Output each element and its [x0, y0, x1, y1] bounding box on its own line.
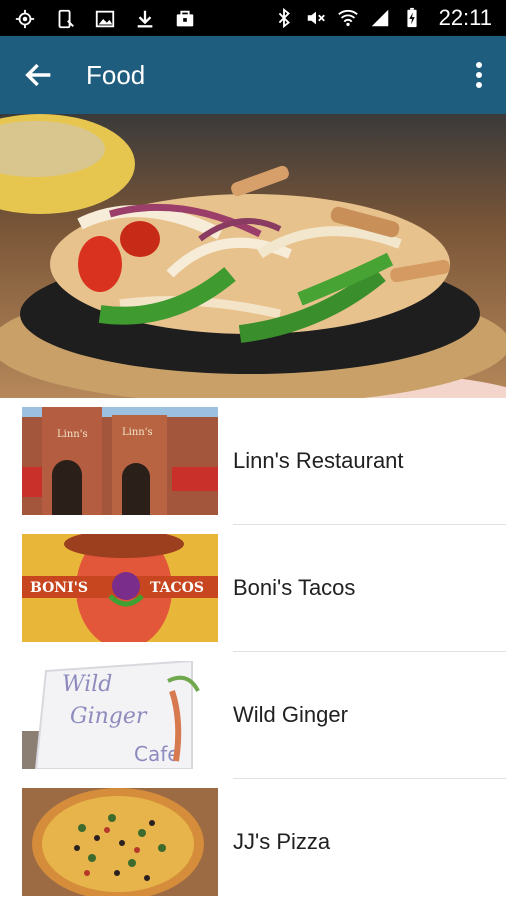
fajitas-photo	[0, 114, 506, 398]
signal-icon	[371, 9, 388, 27]
list-item-wild-ginger[interactable]: Wild Ginger Cafe Wild Ginger	[0, 652, 506, 779]
more-vert-icon[interactable]	[474, 60, 484, 90]
svg-text:Linn's: Linn's	[57, 429, 88, 440]
sign-text-line-2: Ginger	[70, 704, 148, 729]
wifi-icon	[337, 9, 358, 27]
hero-image	[0, 114, 506, 398]
briefcase-icon	[176, 10, 194, 27]
list-item-label: Boni's Tacos	[233, 575, 356, 600]
image-icon	[95, 10, 115, 28]
svg-text:Linn's: Linn's	[122, 427, 153, 438]
page-title: Food	[86, 60, 146, 90]
bluetooth-icon	[278, 7, 290, 29]
list-item-linns-restaurant[interactable]: Linn's Linn's Linn's Restaurant	[0, 398, 506, 525]
list-item-label: Wild Ginger	[233, 702, 348, 727]
restaurant-list: Linn's Linn's Linn's Restaurant BONI'S T…	[0, 398, 506, 906]
list-item-label: JJ's Pizza	[233, 829, 331, 854]
list-item-bonis-tacos[interactable]: BONI'S TACOS Boni's Tacos	[0, 525, 506, 652]
arrow-back-icon[interactable]	[22, 58, 56, 92]
status-time: 22:11	[438, 5, 492, 30]
pizza-photo	[22, 788, 218, 896]
wild-ginger-sign-photo: Wild Ginger Cafe	[22, 661, 218, 769]
sign-text-line-3: Cafe	[134, 742, 180, 766]
app-bar: Food	[0, 36, 506, 114]
sign-text-line-1: Wild	[62, 672, 112, 697]
download-icon	[137, 10, 153, 28]
logo-left-text: BONI'S	[30, 580, 88, 596]
status-bar: 22:11	[0, 0, 506, 36]
restaurant-building-photo: Linn's Linn's	[22, 407, 218, 515]
logo-right-text: TACOS	[150, 580, 204, 596]
tacos-logo: BONI'S TACOS	[22, 534, 218, 642]
gps-icon	[15, 9, 35, 29]
phone-vibrate-icon	[58, 9, 74, 29]
list-item-jjs-pizza[interactable]: JJ's Pizza	[0, 779, 506, 906]
list-item-label: Linn's Restaurant	[233, 448, 404, 473]
mute-icon	[307, 11, 325, 25]
battery-icon	[406, 7, 417, 28]
